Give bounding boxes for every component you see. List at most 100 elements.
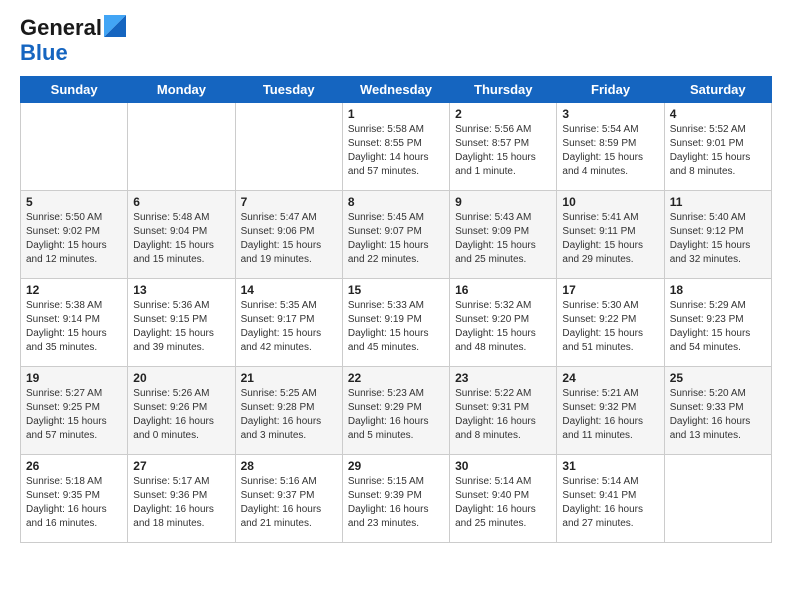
day-info: Sunrise: 5:45 AM Sunset: 9:07 PM Dayligh… — [348, 211, 444, 267]
logo-blue: Blue — [20, 40, 68, 65]
day-info: Sunrise: 5:26 AM Sunset: 9:26 PM Dayligh… — [133, 387, 229, 443]
weekday-header: Friday — [557, 76, 664, 102]
day-info: Sunrise: 5:22 AM Sunset: 9:31 PM Dayligh… — [455, 387, 551, 443]
calendar-table: SundayMondayTuesdayWednesdayThursdayFrid… — [20, 76, 772, 543]
day-number: 24 — [562, 371, 658, 385]
header: General Blue — [20, 15, 772, 66]
day-number: 3 — [562, 107, 658, 121]
day-number: 30 — [455, 459, 551, 473]
day-info: Sunrise: 5:36 AM Sunset: 9:15 PM Dayligh… — [133, 299, 229, 355]
week-row: 1Sunrise: 5:58 AM Sunset: 8:55 PM Daylig… — [21, 102, 772, 190]
weekday-header: Tuesday — [235, 76, 342, 102]
day-info: Sunrise: 5:25 AM Sunset: 9:28 PM Dayligh… — [241, 387, 337, 443]
calendar-body: 1Sunrise: 5:58 AM Sunset: 8:55 PM Daylig… — [21, 102, 772, 542]
day-cell: 27 Sunrise: 5:17 AM Sunset: 9:36 PM Dayli… — [128, 454, 235, 542]
day-number: 6 — [133, 195, 229, 209]
day-cell: 9 Sunrise: 5:43 AM Sunset: 9:09 PM Daylig… — [450, 190, 557, 278]
day-cell: 17Sunrise: 5:30 AM Sunset: 9:22 PM Dayli… — [557, 278, 664, 366]
day-info: Sunrise: 5:54 AM Sunset: 8:59 PM Dayligh… — [562, 123, 658, 179]
day-number: 15 — [348, 283, 444, 297]
day-info: Sunrise: 5:27 AM Sunset: 9:25 PM Dayligh… — [26, 387, 122, 443]
day-cell — [21, 102, 128, 190]
day-info: Sunrise: 5:18 AM Sunset: 9:35 PM Dayligh… — [26, 475, 122, 531]
day-number: 7 — [241, 195, 337, 209]
day-number: 27 — [133, 459, 229, 473]
day-cell: 19 Sunrise: 5:27 AM Sunset: 9:25 PM Dayli… — [21, 366, 128, 454]
day-number: 29 — [348, 459, 444, 473]
day-cell — [664, 454, 771, 542]
day-cell — [128, 102, 235, 190]
day-cell: 12Sunrise: 5:38 AM Sunset: 9:14 PM Dayli… — [21, 278, 128, 366]
day-number: 14 — [241, 283, 337, 297]
week-row: 19 Sunrise: 5:27 AM Sunset: 9:25 PM Dayli… — [21, 366, 772, 454]
day-number: 28 — [241, 459, 337, 473]
day-number: 21 — [241, 371, 337, 385]
day-number: 10 — [562, 195, 658, 209]
day-cell: 8 Sunrise: 5:45 AM Sunset: 9:07 PM Daylig… — [342, 190, 449, 278]
calendar-header: SundayMondayTuesdayWednesdayThursdayFrid… — [21, 76, 772, 102]
calendar-page: General Blue SundayMondayTuesdayWednesda… — [0, 0, 792, 612]
day-cell: 16 Sunrise: 5:32 AM Sunset: 9:20 PM Dayli… — [450, 278, 557, 366]
day-info: Sunrise: 5:50 AM Sunset: 9:02 PM Dayligh… — [26, 211, 122, 267]
weekday-header: Thursday — [450, 76, 557, 102]
day-cell: 21 Sunrise: 5:25 AM Sunset: 9:28 PM Dayli… — [235, 366, 342, 454]
day-cell: 14 Sunrise: 5:35 AM Sunset: 9:17 PM Dayli… — [235, 278, 342, 366]
day-info: Sunrise: 5:43 AM Sunset: 9:09 PM Dayligh… — [455, 211, 551, 267]
day-number: 31 — [562, 459, 658, 473]
day-cell: 22 Sunrise: 5:23 AM Sunset: 9:29 PM Dayli… — [342, 366, 449, 454]
day-info: Sunrise: 5:17 AM Sunset: 9:36 PM Dayligh… — [133, 475, 229, 531]
day-info: Sunrise: 5:35 AM Sunset: 9:17 PM Dayligh… — [241, 299, 337, 355]
day-number: 20 — [133, 371, 229, 385]
weekday-header: Monday — [128, 76, 235, 102]
day-info: Sunrise: 5:58 AM Sunset: 8:55 PM Dayligh… — [348, 123, 444, 179]
day-number: 5 — [26, 195, 122, 209]
day-info: Sunrise: 5:23 AM Sunset: 9:29 PM Dayligh… — [348, 387, 444, 443]
day-cell: 4 Sunrise: 5:52 AM Sunset: 9:01 PM Daylig… — [664, 102, 771, 190]
day-cell: 1Sunrise: 5:58 AM Sunset: 8:55 PM Daylig… — [342, 102, 449, 190]
day-number: 17 — [562, 283, 658, 297]
day-info: Sunrise: 5:33 AM Sunset: 9:19 PM Dayligh… — [348, 299, 444, 355]
day-number: 12 — [26, 283, 122, 297]
day-cell: 20 Sunrise: 5:26 AM Sunset: 9:26 PM Dayli… — [128, 366, 235, 454]
day-cell: 25Sunrise: 5:20 AM Sunset: 9:33 PM Dayli… — [664, 366, 771, 454]
day-info: Sunrise: 5:52 AM Sunset: 9:01 PM Dayligh… — [670, 123, 766, 179]
week-row: 12Sunrise: 5:38 AM Sunset: 9:14 PM Dayli… — [21, 278, 772, 366]
weekday-row: SundayMondayTuesdayWednesdayThursdayFrid… — [21, 76, 772, 102]
logo-icon — [104, 15, 126, 37]
week-row: 5 Sunrise: 5:50 AM Sunset: 9:02 PM Daylig… — [21, 190, 772, 278]
day-info: Sunrise: 5:48 AM Sunset: 9:04 PM Dayligh… — [133, 211, 229, 267]
day-info: Sunrise: 5:29 AM Sunset: 9:23 PM Dayligh… — [670, 299, 766, 355]
weekday-header: Sunday — [21, 76, 128, 102]
day-info: Sunrise: 5:21 AM Sunset: 9:32 PM Dayligh… — [562, 387, 658, 443]
day-cell: 31Sunrise: 5:14 AM Sunset: 9:41 PM Dayli… — [557, 454, 664, 542]
day-info: Sunrise: 5:41 AM Sunset: 9:11 PM Dayligh… — [562, 211, 658, 267]
day-cell: 10 Sunrise: 5:41 AM Sunset: 9:11 PM Dayli… — [557, 190, 664, 278]
day-info: Sunrise: 5:15 AM Sunset: 9:39 PM Dayligh… — [348, 475, 444, 531]
day-number: 11 — [670, 195, 766, 209]
day-cell: 26Sunrise: 5:18 AM Sunset: 9:35 PM Dayli… — [21, 454, 128, 542]
day-number: 16 — [455, 283, 551, 297]
day-cell — [235, 102, 342, 190]
day-cell: 11Sunrise: 5:40 AM Sunset: 9:12 PM Dayli… — [664, 190, 771, 278]
logo: General Blue — [20, 15, 126, 66]
logo-text: General Blue — [20, 15, 126, 66]
weekday-header: Wednesday — [342, 76, 449, 102]
day-info: Sunrise: 5:16 AM Sunset: 9:37 PM Dayligh… — [241, 475, 337, 531]
day-info: Sunrise: 5:14 AM Sunset: 9:40 PM Dayligh… — [455, 475, 551, 531]
day-number: 23 — [455, 371, 551, 385]
day-number: 25 — [670, 371, 766, 385]
day-info: Sunrise: 5:56 AM Sunset: 8:57 PM Dayligh… — [455, 123, 551, 179]
day-cell: 3 Sunrise: 5:54 AM Sunset: 8:59 PM Daylig… — [557, 102, 664, 190]
logo-general: General — [20, 15, 102, 40]
day-number: 4 — [670, 107, 766, 121]
day-info: Sunrise: 5:47 AM Sunset: 9:06 PM Dayligh… — [241, 211, 337, 267]
day-number: 8 — [348, 195, 444, 209]
day-info: Sunrise: 5:32 AM Sunset: 9:20 PM Dayligh… — [455, 299, 551, 355]
day-number: 9 — [455, 195, 551, 209]
day-cell: 30 Sunrise: 5:14 AM Sunset: 9:40 PM Dayli… — [450, 454, 557, 542]
day-number: 19 — [26, 371, 122, 385]
day-number: 18 — [670, 283, 766, 297]
day-cell: 24 Sunrise: 5:21 AM Sunset: 9:32 PM Dayli… — [557, 366, 664, 454]
day-number: 2 — [455, 107, 551, 121]
day-number: 22 — [348, 371, 444, 385]
